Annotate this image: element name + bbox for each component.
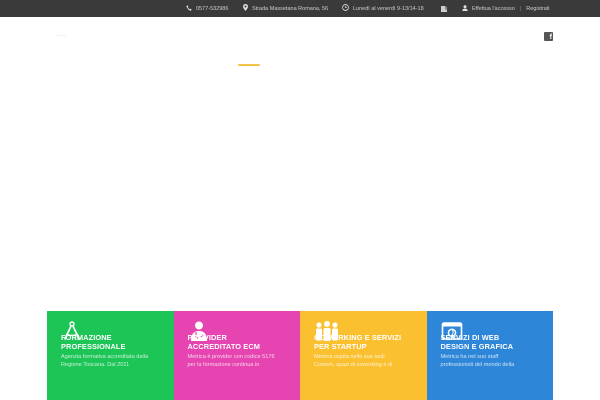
service-description: Metrica ospita nelle sue sedi Cowork, sp… [314,354,393,369]
service-description: Metrica ha nel suo staff professionisti … [440,354,515,369]
topbar-facebook-link[interactable]: f [441,0,451,17]
top-bar: 0577-532986 Strada Massetana Romana, 56 … [0,0,600,17]
address-contact: Strada Massetana Romana, 56 [243,0,328,17]
accent-divider [238,64,260,66]
phone-icon [186,4,192,13]
account-links: Effettua l'accesso | Registrati [462,0,550,17]
map-marker-icon [243,4,248,13]
phone-contact[interactable]: 0577-532986 [186,0,228,17]
service-tile-ecm[interactable]: PROVIDER ACCREDITATO ECM Metrica è provi… [173,311,300,400]
service-title: PROVIDER ACCREDITATO ECM [187,333,261,351]
service-title: FORMAZIONE PROFESSIONALE [61,333,126,351]
clock-icon [342,4,349,13]
service-description: Metrica è provider con codice 5176 per l… [187,354,275,369]
address-text: Strada Massetana Romana, 56 [252,5,329,12]
facebook-icon[interactable]: f [441,5,447,12]
service-title: COWORKING E SERVIZI PER STARTUP [314,333,402,351]
phone-number[interactable]: 0577-532986 [196,6,228,12]
service-description: Agenzia formativa accreditata dalla Regi… [61,354,149,369]
logo[interactable] [56,35,66,39]
user-icon [462,4,468,13]
service-title: SERVIZI DI WEB DESIGN E GRAFICA [440,333,514,351]
service-tile-formazione[interactable]: FORMAZIONE PROFESSIONALE Agenzia formati… [47,311,174,400]
service-tile-web-design[interactable]: SERVIZI DI WEB DESIGN E GRAFICA Metrica … [426,311,553,400]
facebook-icon[interactable]: f [544,32,553,41]
hours-text: Lunedì al venerdì 9-13/14-18 [353,5,424,12]
service-tile-coworking[interactable]: COWORKING E SERVIZI PER STARTUP Metrica … [300,311,427,400]
separator: | [519,5,522,12]
hours-info: Lunedì al venerdì 9-13/14-18 [342,0,424,17]
register-link[interactable]: Registrati [526,6,549,12]
login-link[interactable]: Effettua l'accesso [472,6,515,12]
